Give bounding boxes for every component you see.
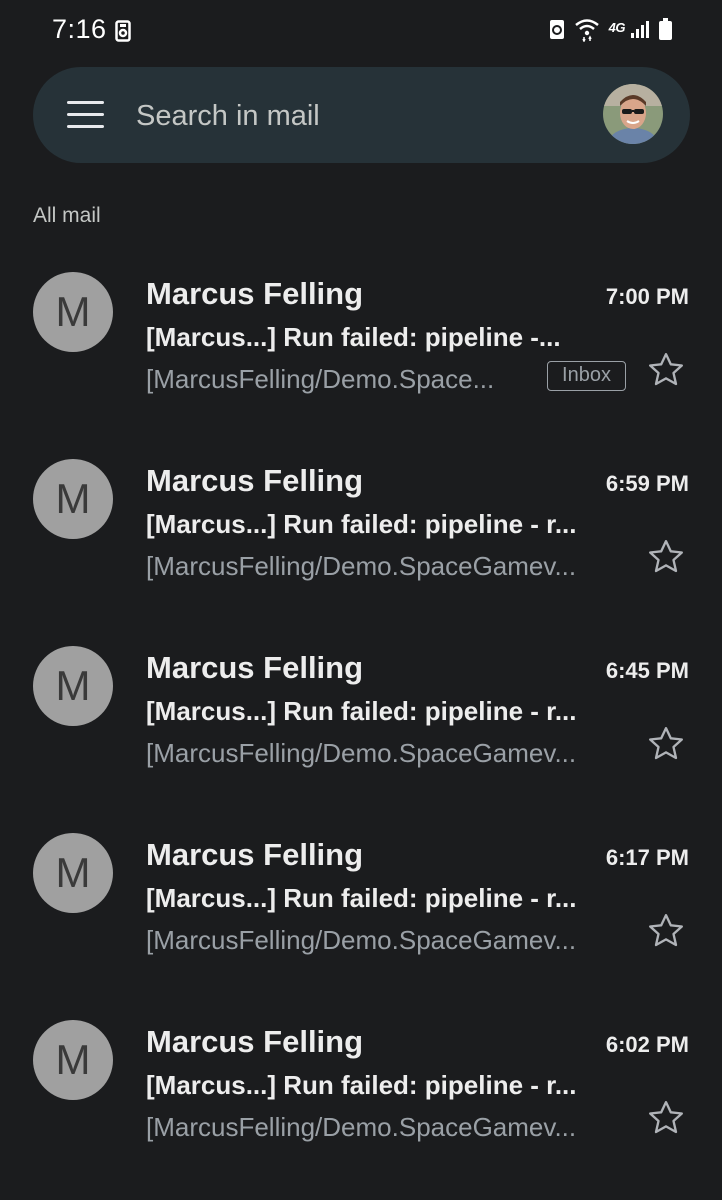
email-list: M Marcus Felling 7:00 PM [Marcus...] Run… [0,250,722,1185]
data-saver-icon [549,18,565,45]
account-avatar[interactable] [603,84,663,144]
battery-icon [659,17,672,45]
star-icon[interactable] [646,1098,686,1138]
email-preview: [MarcusFelling/Demo.SpaceGamev... [146,738,577,768]
email-preview: [MarcusFelling/Demo.SpaceGamev... [146,1112,577,1142]
email-subject: [Marcus...] Run failed: pipeline - r... [146,1070,577,1100]
email-row[interactable]: M Marcus Felling 6:02 PM [Marcus...] Run… [0,998,722,1185]
network-type: 4G [608,19,626,35]
sender-avatar[interactable]: M [33,272,113,352]
email-preview: [MarcusFelling/Demo.Space... [146,364,495,394]
email-subject: [Marcus...] Run failed: pipeline - r... [146,883,577,913]
search-bar[interactable] [33,67,690,163]
sender-avatar[interactable]: M [33,459,113,539]
star-icon[interactable] [646,724,686,764]
sender-name: Marcus Felling [146,463,364,498]
email-preview: [MarcusFelling/Demo.SpaceGamev... [146,551,577,581]
email-subject: [Marcus...] Run failed: pipeline - r... [146,696,577,726]
sender-avatar[interactable]: M [33,1020,113,1100]
sim-storage-icon [115,20,131,47]
status-clock: 7:16 [52,14,107,44]
hamburger-menu-icon[interactable] [67,101,107,129]
status-bar: 7:16 4G [0,0,722,62]
email-row[interactable]: M Marcus Felling 6:45 PM [Marcus...] Run… [0,624,722,811]
sender-avatar[interactable]: M [33,646,113,726]
section-label: All mail [33,204,101,227]
cellular-signal-icon [630,19,650,44]
email-row[interactable]: M Marcus Felling 7:00 PM [Marcus...] Run… [0,250,722,437]
search-input[interactable] [136,96,556,136]
email-row[interactable]: M Marcus Felling 6:17 PM [Marcus...] Run… [0,811,722,998]
sender-name: Marcus Felling [146,837,364,872]
status-icons: 4G [549,16,672,46]
email-row[interactable]: M Marcus Felling 6:59 PM [Marcus...] Run… [0,437,722,624]
star-icon[interactable] [646,911,686,951]
inbox-label-badge: Inbox [547,361,626,391]
email-subject: [Marcus...] Run failed: pipeline - r... [146,509,577,539]
star-icon[interactable] [646,350,686,390]
sender-name: Marcus Felling [146,650,364,685]
wifi-icon [574,16,600,47]
email-time: 6:02 PM [605,1032,689,1057]
email-time: 6:45 PM [605,658,689,683]
star-icon[interactable] [646,537,686,577]
email-time: 7:00 PM [605,284,689,309]
email-preview: [MarcusFelling/Demo.SpaceGamev... [146,925,577,955]
email-time: 6:59 PM [605,471,689,496]
email-time: 6:17 PM [605,845,689,870]
sender-name: Marcus Felling [146,1024,364,1059]
sender-avatar[interactable]: M [33,833,113,913]
email-subject: [Marcus...] Run failed: pipeline -... [146,322,561,352]
sender-name: Marcus Felling [146,276,364,311]
